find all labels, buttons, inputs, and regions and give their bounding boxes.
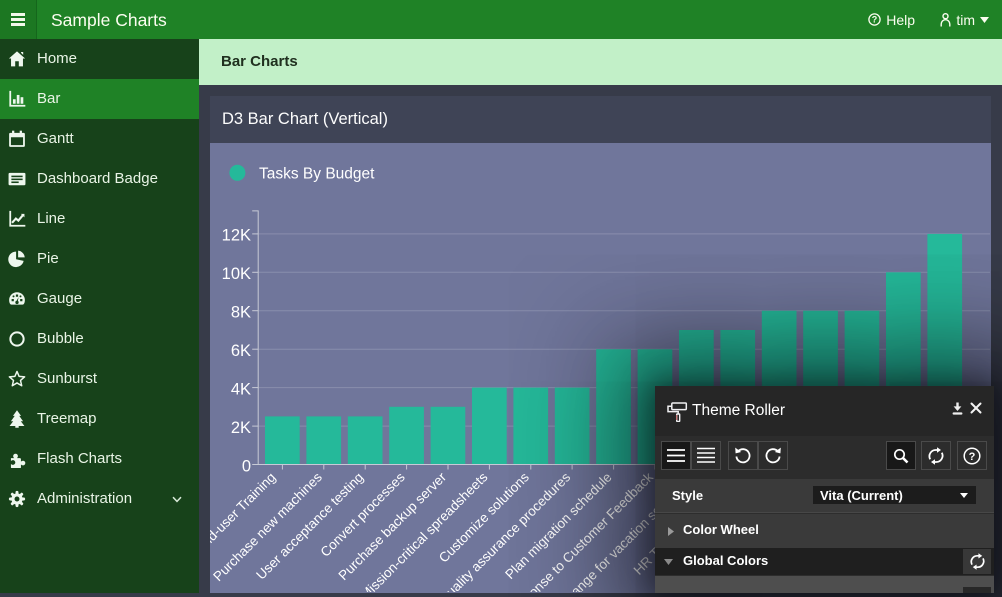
svg-text:?: ? [872, 15, 878, 25]
svg-text:?: ? [969, 451, 976, 463]
svg-text:10K: 10K [222, 265, 251, 283]
svg-text:4K: 4K [231, 380, 251, 398]
svg-text:2K: 2K [231, 419, 251, 437]
svg-text:0: 0 [242, 457, 251, 475]
svg-text:6K: 6K [231, 342, 251, 360]
svg-text:Tasks By Budget: Tasks By Budget [259, 165, 375, 182]
svg-text:12K: 12K [222, 227, 251, 245]
svg-text:8K: 8K [231, 304, 251, 322]
